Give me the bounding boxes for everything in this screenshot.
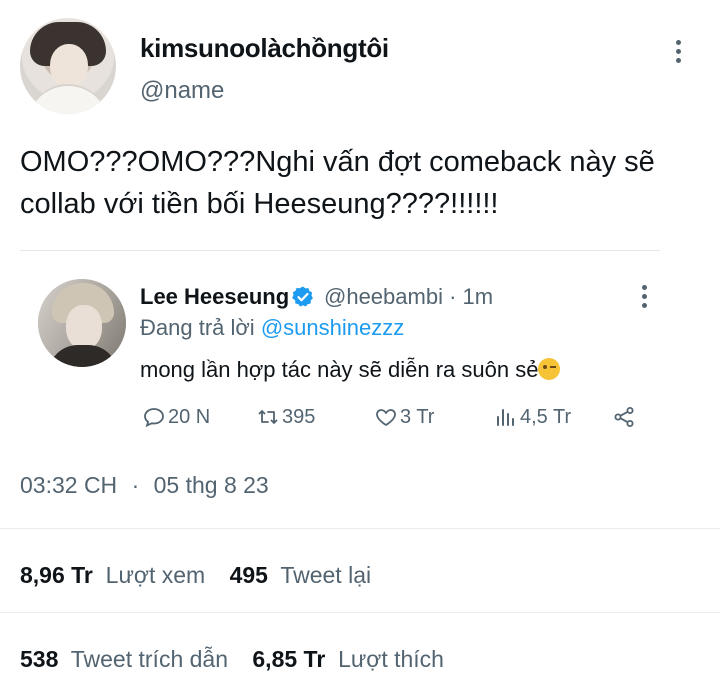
more-options-icon[interactable] <box>676 40 681 63</box>
like-action[interactable]: 3 Tr <box>374 405 434 429</box>
author-display-name[interactable]: kimsunoolàchồngtôi <box>140 33 389 64</box>
meta-separator: · <box>449 284 457 309</box>
views-count: 4,5 Tr <box>520 405 572 428</box>
likes-stat-count: 6,85 Tr <box>252 646 326 672</box>
likes-stat-label: Lượt thích <box>338 646 444 672</box>
retweets-stat[interactable]: 495 Tweet lại <box>230 562 372 588</box>
wink-emoji-icon <box>538 358 561 380</box>
retweets-stat-label: Tweet lại <box>280 562 372 588</box>
share-action[interactable] <box>612 405 636 429</box>
reply-mention-link[interactable]: @sunshinezzz <box>261 315 404 340</box>
avatar-face <box>50 44 88 88</box>
divider-top <box>0 528 720 529</box>
timestamp-dot: · <box>131 472 140 498</box>
views-stat-count: 8,96 Tr <box>20 562 93 588</box>
share-icon <box>614 407 634 427</box>
divider-middle <box>0 612 720 613</box>
quoted-display-name[interactable]: Lee Heeseung <box>140 284 289 310</box>
avatar-collar <box>28 84 108 114</box>
quoted-text: mong lần hợp tác này sẽ diễn ra suôn sẻ <box>140 357 561 383</box>
stats-row-1: 8,96 Tr Lượt xem 495 Tweet lại <box>20 562 371 589</box>
reply-prefix: Đang trả lời <box>140 315 255 340</box>
quoted-meta: @heebambi · 1m <box>324 284 493 310</box>
like-count: 3 Tr <box>400 405 435 428</box>
quoted-time[interactable]: 1m <box>463 284 494 309</box>
retweet-count: 395 <box>282 405 316 428</box>
likes-stat[interactable]: 6,85 Tr Lượt thích <box>252 646 444 672</box>
retweet-action[interactable]: 395 <box>256 405 315 429</box>
reply-icon <box>144 408 164 428</box>
reply-context: Đang trả lời @sunshinezzz <box>140 315 404 341</box>
author-handle[interactable]: @name <box>140 77 224 105</box>
views-stat-label: Lượt xem <box>105 562 206 588</box>
timestamp-date: 05 thg 8 23 <box>153 472 269 498</box>
retweets-stat-count: 495 <box>229 562 268 588</box>
reply-count: 20 N <box>168 405 211 428</box>
quotes-stat-label: Tweet trích dẫn <box>70 646 228 672</box>
tweet-timestamp: 03:32 CH · 05 thg 8 23 <box>20 472 269 499</box>
tweet-text: OMO???OMO???Nghi vấn đợt comeback này sẽ… <box>20 146 655 220</box>
views-stat[interactable]: 8,96 Tr Lượt xem <box>20 562 205 588</box>
timestamp-time: 03:32 CH <box>20 472 118 498</box>
quoted-handle[interactable]: @heebambi <box>324 284 443 309</box>
author-avatar[interactable] <box>20 18 116 114</box>
heart-icon <box>376 409 396 427</box>
quoted-more-options-icon[interactable] <box>642 285 647 308</box>
verified-badge-icon <box>292 286 313 307</box>
views-action[interactable]: 4,5 Tr <box>494 405 571 429</box>
quotes-stat-count: 538 <box>20 646 59 672</box>
stats-row-2: 538 Tweet trích dẫn 6,85 Tr Lượt thích <box>20 646 444 673</box>
quoted-avatar[interactable] <box>38 279 126 367</box>
reply-action[interactable]: 20 N <box>142 405 210 429</box>
retweet-icon <box>258 410 278 424</box>
views-chart-icon <box>497 409 514 426</box>
quotes-stat[interactable]: 538 Tweet trích dẫn <box>20 646 228 672</box>
quoted-text-body: mong lần hợp tác này sẽ diễn ra suôn sẻ <box>140 357 539 382</box>
